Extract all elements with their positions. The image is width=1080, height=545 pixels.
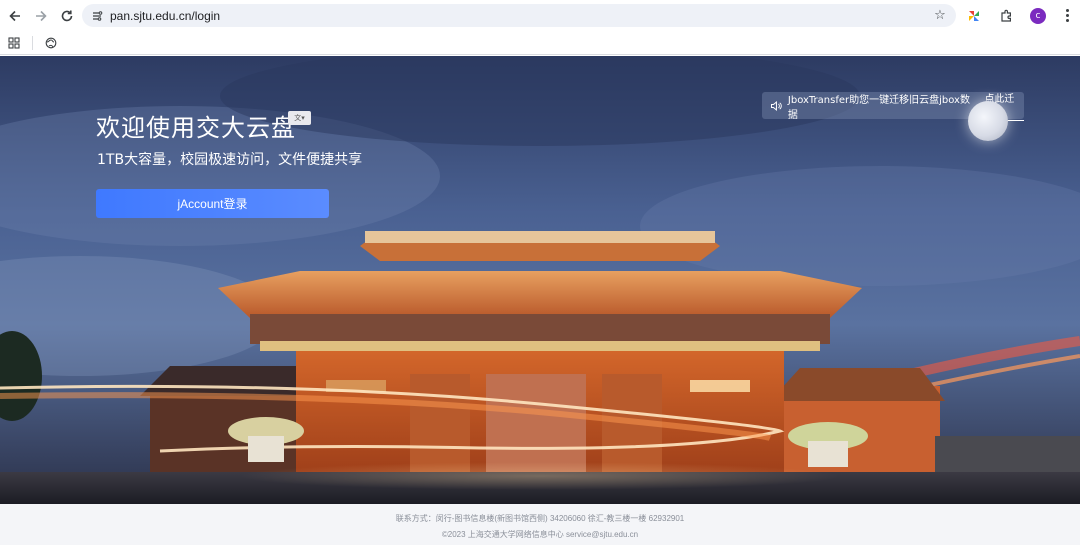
menu-dots-icon[interactable] xyxy=(1058,4,1076,28)
jaccount-login-button[interactable]: jAccount登录 xyxy=(96,189,329,218)
apps-grid-icon[interactable] xyxy=(8,36,20,49)
language-switch-icon[interactable]: 文▾ xyxy=(288,111,311,125)
reload-button[interactable] xyxy=(54,3,80,29)
page-subtitle: 1TB大容量，校园极速访问，文件便捷共享 xyxy=(97,152,363,168)
footer-copyright: ©2023 上海交通大学网络信息中心 service@sjtu.edu.cn xyxy=(441,530,639,539)
arrow-right-icon xyxy=(36,10,47,21)
extensions-area: c xyxy=(962,3,1076,28)
bookmarks-bar xyxy=(0,31,1080,55)
bookmark-star-icon[interactable]: ☆ xyxy=(932,7,948,23)
site-info-icon[interactable] xyxy=(86,5,108,27)
bookmarks-separator xyxy=(32,35,33,50)
profile-button[interactable]: c xyxy=(1026,4,1050,28)
globe-icon[interactable] xyxy=(45,37,57,49)
extensions-puzzle-icon[interactable] xyxy=(994,4,1018,28)
hero-banner: 欢迎使用交大云盘 文▾ 1TB大容量，校园极速访问，文件便捷共享 jAccoun… xyxy=(0,56,1080,504)
footer-contact: 联系方式：闵行-图书信息楼(新图书馆西侧) 34206060 徐汇-教三楼一楼 … xyxy=(395,514,685,523)
speaker-icon xyxy=(770,100,782,111)
avatar: c xyxy=(1030,7,1046,24)
browser-toolbar: pan.sjtu.edu.cn/login ☆ c xyxy=(0,0,1080,31)
page-title: 欢迎使用交大云盘 xyxy=(96,114,296,142)
address-bar[interactable]: pan.sjtu.edu.cn/login ☆ xyxy=(82,4,956,27)
arrow-left-icon xyxy=(9,10,20,21)
forward-button[interactable] xyxy=(28,3,54,29)
footer: 联系方式：闵行-图书信息楼(新图书馆西侧) 34206060 徐汇-教三楼一楼 … xyxy=(0,504,1080,545)
url-text[interactable]: pan.sjtu.edu.cn/login xyxy=(110,9,220,23)
reload-icon xyxy=(61,10,73,21)
extension-pinwheel-icon[interactable] xyxy=(962,4,986,28)
notice-text: JboxTransfer助您一键迁移旧云盘jbox数据 xyxy=(787,94,970,121)
moon-decoration xyxy=(968,101,1008,141)
back-button[interactable] xyxy=(2,3,28,29)
